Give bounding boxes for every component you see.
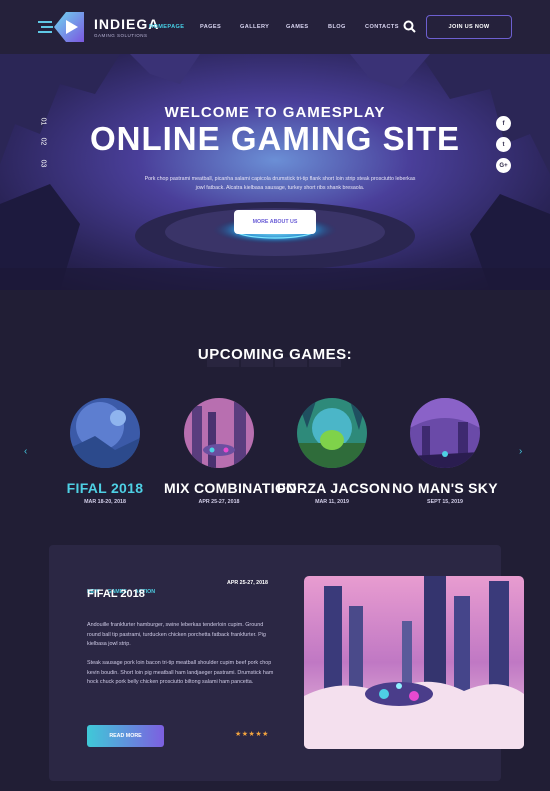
hero-welcome: WELCOME TO GAMESPLAY [164,104,386,121]
hero-banner: 01 02 03 f t G+ WELCOME TO GAMESPLAY ONL… [0,54,550,290]
nav-item-pages[interactable]: PAGES [200,24,221,30]
featured-date: APR 25-27, 2018 [227,580,268,586]
game-date-3: MAR 11, 2019 [315,499,349,505]
hero-title: ONLINE GAMING SITE [89,120,460,157]
read-more-button[interactable]: READ MORE [87,725,164,747]
hero-cave-illustration [0,54,550,290]
featured-game-image[interactable] [304,576,524,749]
game-card-1[interactable]: FIFAL 2018 MAR 18-20, 2018 [50,398,160,505]
more-about-us-button[interactable]: MORE ABOUT US [234,210,316,234]
game-date-4: SEPT 15, 2019 [427,499,463,505]
nav-item-contacts[interactable]: CONTACTS [365,24,399,30]
featured-title: FIFAL 2018 [87,588,145,600]
game-thumbnail-1[interactable] [70,398,140,468]
game-name-1[interactable]: FIFAL 2018 [50,480,160,496]
game-thumbnail-4[interactable] [410,398,480,468]
slide-number-3[interactable]: 03 [39,160,46,168]
brand-tagline: GAMING SOLUTIONS [94,33,148,38]
upcoming-title: UPCOMING GAMES: [197,346,353,363]
hero-description: Pork chop pastrami meatball, picanha sal… [144,176,416,191]
search-icon[interactable] [403,20,416,33]
game-card-2[interactable]: MIX COMBINATION APR 25-27, 2018 [164,398,296,505]
brand-logo[interactable]: INDIEGA GAMING SOLUTIONS [38,10,158,44]
game-card-3[interactable]: FORZA JACSON MAR 11, 2019 [277,398,390,505]
game-name-2[interactable]: MIX COMBINATION [164,480,296,496]
featured-paragraph-1: Andouille frankfurter hamburger, swine l… [87,622,266,647]
nav-item-gallery[interactable]: GALLERY [240,24,269,30]
game-card-4[interactable]: NO MAN'S SKY SEPT 15, 2019 [390,398,500,505]
logo-play-icon [38,12,84,42]
nav-item-games[interactable]: GAMES [286,24,309,30]
nav-item-blog[interactable]: BLOG [328,24,346,30]
featured-paragraph-2: Steak sausage pork loin bacon tri-tip me… [87,660,274,685]
game-thumbnail-2[interactable] [184,398,254,468]
game-name-4[interactable]: NO MAN'S SKY [390,480,500,496]
game-name-3[interactable]: FORZA JACSON [277,480,390,496]
google-plus-icon[interactable]: G+ [496,158,511,173]
carousel-next-arrow[interactable]: › [519,446,522,457]
join-us-button[interactable]: JOIN US NOW [426,15,512,39]
featured-game-card: NEW GAMES ACTION APR 25-27, 2018 FIFAL 201… [49,545,524,781]
carousel-prev-arrow[interactable]: ‹ [24,446,27,457]
top-navigation: INDIEGA GAMING SOLUTIONS HOMEPAGE PAGES … [0,0,550,54]
nav-item-homepage[interactable]: HOMEPAGE [149,24,184,30]
game-date-1: MAR 18-20, 2018 [84,499,126,505]
game-date-2: APR 25-27, 2018 [198,499,240,505]
game-thumbnail-3[interactable] [297,398,367,468]
rating-stars: ★★★★★ [235,731,269,738]
